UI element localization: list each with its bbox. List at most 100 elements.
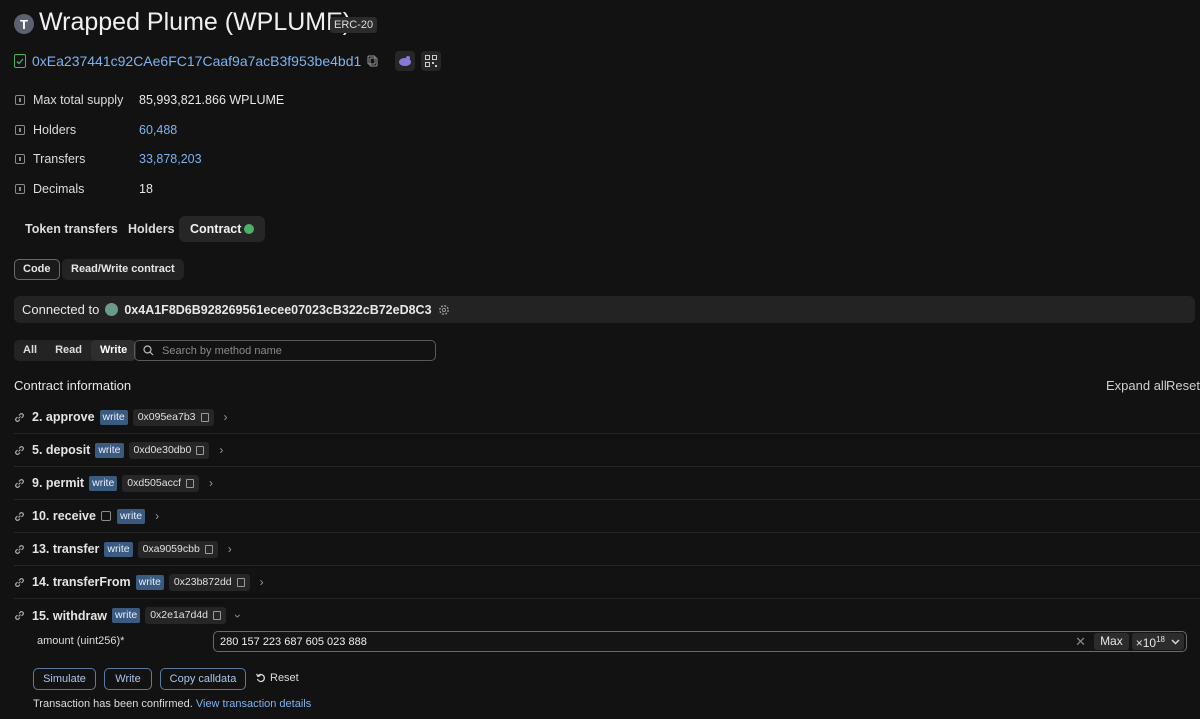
selector-text: 0xa9059cbb bbox=[142, 542, 200, 555]
tab-token-transfers[interactable]: Token transfers bbox=[14, 216, 129, 242]
search-input[interactable] bbox=[162, 344, 422, 357]
method-row-receive[interactable]: 10. receive write › bbox=[14, 500, 1200, 533]
token-avatar: T bbox=[14, 14, 34, 34]
link-icon[interactable] bbox=[14, 412, 25, 423]
info-row-holders: Holders 60,488 bbox=[15, 123, 177, 137]
reset-icon bbox=[256, 673, 265, 683]
multiplier-label: ×1018 bbox=[1135, 635, 1165, 650]
info-icon bbox=[15, 184, 25, 194]
chevron-right-icon[interactable]: › bbox=[219, 443, 223, 457]
wallet-avatar-icon bbox=[105, 303, 119, 316]
selector-text: 0x2e1a7d4d bbox=[150, 609, 209, 621]
tab-contract-label: Contract bbox=[190, 222, 242, 236]
info-row-transfers: Transfers 33,878,203 bbox=[15, 152, 202, 166]
info-label: Max total supply bbox=[33, 93, 124, 107]
method-name: 2. approve bbox=[32, 410, 95, 424]
method-row-transferfrom[interactable]: 14. transferFrom write 0x23b872dd › bbox=[14, 566, 1200, 599]
selector-text: 0xd0e30db0 bbox=[133, 443, 192, 456]
subtab-read-write-contract[interactable]: Read/Write contract bbox=[62, 259, 184, 280]
reset-form-button[interactable]: Reset bbox=[256, 672, 299, 684]
copy-icon[interactable] bbox=[236, 577, 245, 587]
write-tag: write bbox=[104, 541, 133, 557]
info-value: 85,993,821.866 WPLUME bbox=[139, 93, 285, 107]
method-name: 14. transferFrom bbox=[32, 575, 131, 589]
expand-all-button[interactable]: Expand all bbox=[1106, 378, 1167, 393]
max-button[interactable]: Max bbox=[1094, 633, 1129, 650]
amount-input[interactable] bbox=[220, 635, 1076, 648]
chevron-right-icon[interactable]: › bbox=[155, 509, 159, 523]
method-selector: 0x23b872dd bbox=[168, 573, 250, 591]
tx-status: Transaction has been confirmed. View tra… bbox=[33, 698, 311, 710]
connected-address[interactable]: 0x4A1F8D6B928269561ecee07023cB322cB72eD8… bbox=[124, 303, 431, 317]
method-row-transfer[interactable]: 13. transfer write 0xa9059cbb › bbox=[14, 533, 1200, 566]
method-selector: 0xd505accf bbox=[122, 474, 199, 492]
write-tag: write bbox=[135, 574, 164, 590]
info-label: Transfers bbox=[33, 152, 86, 166]
chevron-right-icon[interactable]: › bbox=[224, 410, 228, 424]
contract-address-row: 0xEa237441c92CAe6FC17Caaf9a7acB3f953be4b… bbox=[14, 51, 442, 71]
contract-address-link[interactable]: 0xEa237441c92CAe6FC17Caaf9a7acB3f953be4b… bbox=[32, 53, 361, 69]
copy-icon[interactable] bbox=[367, 55, 379, 67]
link-icon[interactable] bbox=[14, 511, 25, 522]
chevron-right-icon[interactable]: › bbox=[209, 476, 213, 490]
erc20-badge: ERC-20 bbox=[330, 17, 378, 33]
contract-information-title: Contract information bbox=[14, 378, 132, 393]
method-row-withdraw[interactable]: 15. withdraw write 0x2e1a7d4d › bbox=[14, 599, 1200, 632]
gear-icon[interactable] bbox=[438, 304, 450, 316]
method-selector: 0x095ea7b3 bbox=[132, 408, 214, 426]
reset-label: Reset bbox=[270, 672, 299, 684]
copy-icon[interactable] bbox=[213, 611, 222, 620]
filter-all[interactable]: All bbox=[14, 340, 46, 361]
info-row-decimals: Decimals 18 bbox=[15, 182, 153, 196]
clear-icon[interactable]: ✕ bbox=[1075, 634, 1086, 650]
method-name: 15. withdraw bbox=[32, 608, 108, 623]
copy-calldata-button[interactable]: Copy calldata bbox=[160, 668, 246, 690]
info-icon bbox=[15, 125, 25, 135]
selector-text: 0x23b872dd bbox=[173, 575, 232, 588]
filter-read[interactable]: Read bbox=[46, 340, 91, 361]
link-icon[interactable] bbox=[14, 577, 25, 588]
info-icon bbox=[15, 95, 25, 105]
method-row-approve[interactable]: 2. approve write 0x095ea7b3 › bbox=[14, 401, 1200, 434]
subtab-code[interactable]: Code bbox=[14, 259, 60, 280]
method-name: 5. deposit bbox=[32, 443, 91, 457]
info-label: Decimals bbox=[33, 182, 85, 196]
link-icon[interactable] bbox=[14, 610, 25, 621]
method-selector: 0x2e1a7d4d bbox=[145, 607, 227, 624]
copy-icon[interactable] bbox=[200, 412, 209, 422]
copy-icon[interactable] bbox=[204, 544, 213, 554]
link-icon[interactable] bbox=[14, 445, 25, 456]
chevron-right-icon[interactable]: › bbox=[228, 542, 232, 556]
write-button[interactable]: Write bbox=[104, 668, 152, 690]
chevron-right-icon[interactable]: › bbox=[260, 575, 264, 589]
holders-count-link[interactable]: 60,488 bbox=[139, 123, 177, 137]
chevron-down-icon[interactable]: › bbox=[231, 614, 245, 618]
method-name: 9. permit bbox=[32, 476, 85, 490]
search-icon bbox=[143, 345, 154, 356]
page-title: Wrapped Plume (WPLUME) bbox=[39, 8, 352, 36]
connected-wallet-bar: Connected to 0x4A1F8D6B928269561ecee0702… bbox=[14, 296, 1195, 323]
filter-write[interactable]: Write bbox=[90, 340, 137, 361]
method-row-permit[interactable]: 9. permit write 0xd505accf › bbox=[14, 467, 1200, 500]
method-row-deposit[interactable]: 5. deposit write 0xd0e30db0 › bbox=[14, 434, 1200, 467]
qr-code-icon bbox=[425, 55, 438, 67]
info-label: Holders bbox=[33, 123, 77, 137]
copy-icon[interactable] bbox=[186, 478, 194, 488]
tab-contract[interactable]: Contract bbox=[179, 216, 266, 242]
transfers-count-link[interactable]: 33,878,203 bbox=[139, 152, 202, 166]
simulate-button[interactable]: Simulate bbox=[33, 668, 96, 690]
reset-all-button[interactable]: Reset bbox=[1166, 378, 1200, 393]
info-icon[interactable] bbox=[100, 511, 111, 521]
method-selector: 0xa9059cbb bbox=[137, 540, 218, 558]
qr-code-button[interactable] bbox=[421, 51, 442, 71]
copy-icon[interactable] bbox=[196, 445, 205, 455]
wallet-add-button[interactable] bbox=[395, 51, 416, 71]
info-value: 18 bbox=[139, 182, 153, 196]
tab-holders[interactable]: Holders bbox=[117, 216, 186, 242]
link-icon[interactable] bbox=[14, 478, 25, 489]
decimals-multiplier-select[interactable]: ×1018 bbox=[1131, 633, 1184, 650]
contract-verified-icon bbox=[14, 54, 26, 68]
write-tag: write bbox=[112, 608, 141, 623]
view-transaction-link[interactable]: View transaction details bbox=[196, 698, 311, 710]
link-icon[interactable] bbox=[14, 544, 25, 555]
